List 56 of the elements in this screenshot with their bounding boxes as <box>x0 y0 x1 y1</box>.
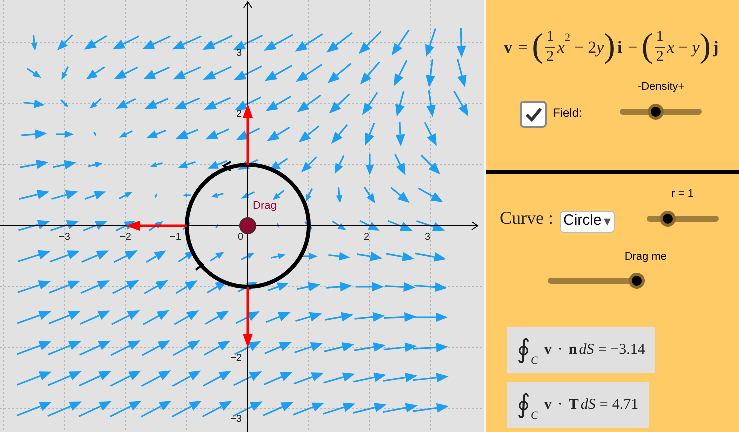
math-symbol: v <box>544 396 552 415</box>
math-parenthesis: ( <box>532 30 544 64</box>
x-tick-label: 3 <box>425 232 431 243</box>
caret-icon: ▾ <box>604 211 611 232</box>
curve-dropdown[interactable]: Circle▾ <box>560 210 615 232</box>
math-number: −3.14 <box>610 340 646 360</box>
math-variable: x <box>557 36 565 58</box>
math-operator: · <box>558 396 563 415</box>
integral-subscript: C <box>531 408 538 424</box>
math-symbol: i <box>617 36 622 58</box>
math-symbol: v <box>504 36 512 58</box>
math-operator: − <box>678 36 688 58</box>
math-symbol: n <box>568 340 578 360</box>
math-variable: y <box>596 36 604 59</box>
curve-label: Curve : <box>500 206 554 230</box>
y-tick-label: −2 <box>230 353 242 364</box>
math-symbol: v <box>544 340 552 360</box>
x-tick-label: −1 <box>170 232 182 243</box>
contour-integral-sign: ∮ <box>517 392 531 418</box>
fraction-numerator: 1 <box>656 28 664 47</box>
field-label: Field: <box>553 105 582 122</box>
math-parenthesis: ( <box>642 30 654 64</box>
x-tick-label: −3 <box>59 232 70 243</box>
drag-label: Drag me <box>624 250 667 264</box>
math-variable: x <box>667 36 675 58</box>
math-parenthesis: ) <box>700 30 712 64</box>
math-symbol: T <box>568 396 579 415</box>
math-symbol: j <box>713 36 719 59</box>
y-tick-label: −3 <box>230 414 242 425</box>
point-label: Drag <box>253 200 277 212</box>
x-tick-label: 2 <box>364 232 370 243</box>
y-tick-label: 3 <box>236 48 242 59</box>
density-label: -Density+ <box>638 80 685 94</box>
x-tick-label: 0 <box>238 232 244 243</box>
graph-canvas[interactable]: −3 −2 −1 0 2 3 3 2 −2 −3 Drag <box>0 0 484 432</box>
math-operator: − <box>574 36 584 58</box>
contour-integral-sign: ∮ <box>517 337 531 363</box>
math-number: 2 <box>588 36 597 56</box>
math-parenthesis: ) <box>604 30 616 64</box>
math-operator: = <box>518 36 528 58</box>
radius-label: r = 1 <box>672 187 694 202</box>
math-number: 4.71 <box>612 396 639 415</box>
fraction-denominator: 2 <box>546 48 554 66</box>
math-variable: dS <box>580 396 596 415</box>
fraction-numerator: 1 <box>546 28 554 47</box>
math-operator: = <box>598 340 607 360</box>
math-operator: = <box>600 396 608 415</box>
math-operator: − <box>628 36 638 58</box>
x-tick-label: −2 <box>120 232 132 243</box>
math-operator: · <box>558 340 563 360</box>
integral-subscript: C <box>531 354 538 368</box>
y-tick-label: 2 <box>236 109 242 120</box>
fraction-denominator: 2 <box>656 48 664 66</box>
math-variable: y <box>692 36 700 59</box>
math-variable: dS <box>579 340 594 360</box>
math-exponent: 2 <box>564 31 570 45</box>
